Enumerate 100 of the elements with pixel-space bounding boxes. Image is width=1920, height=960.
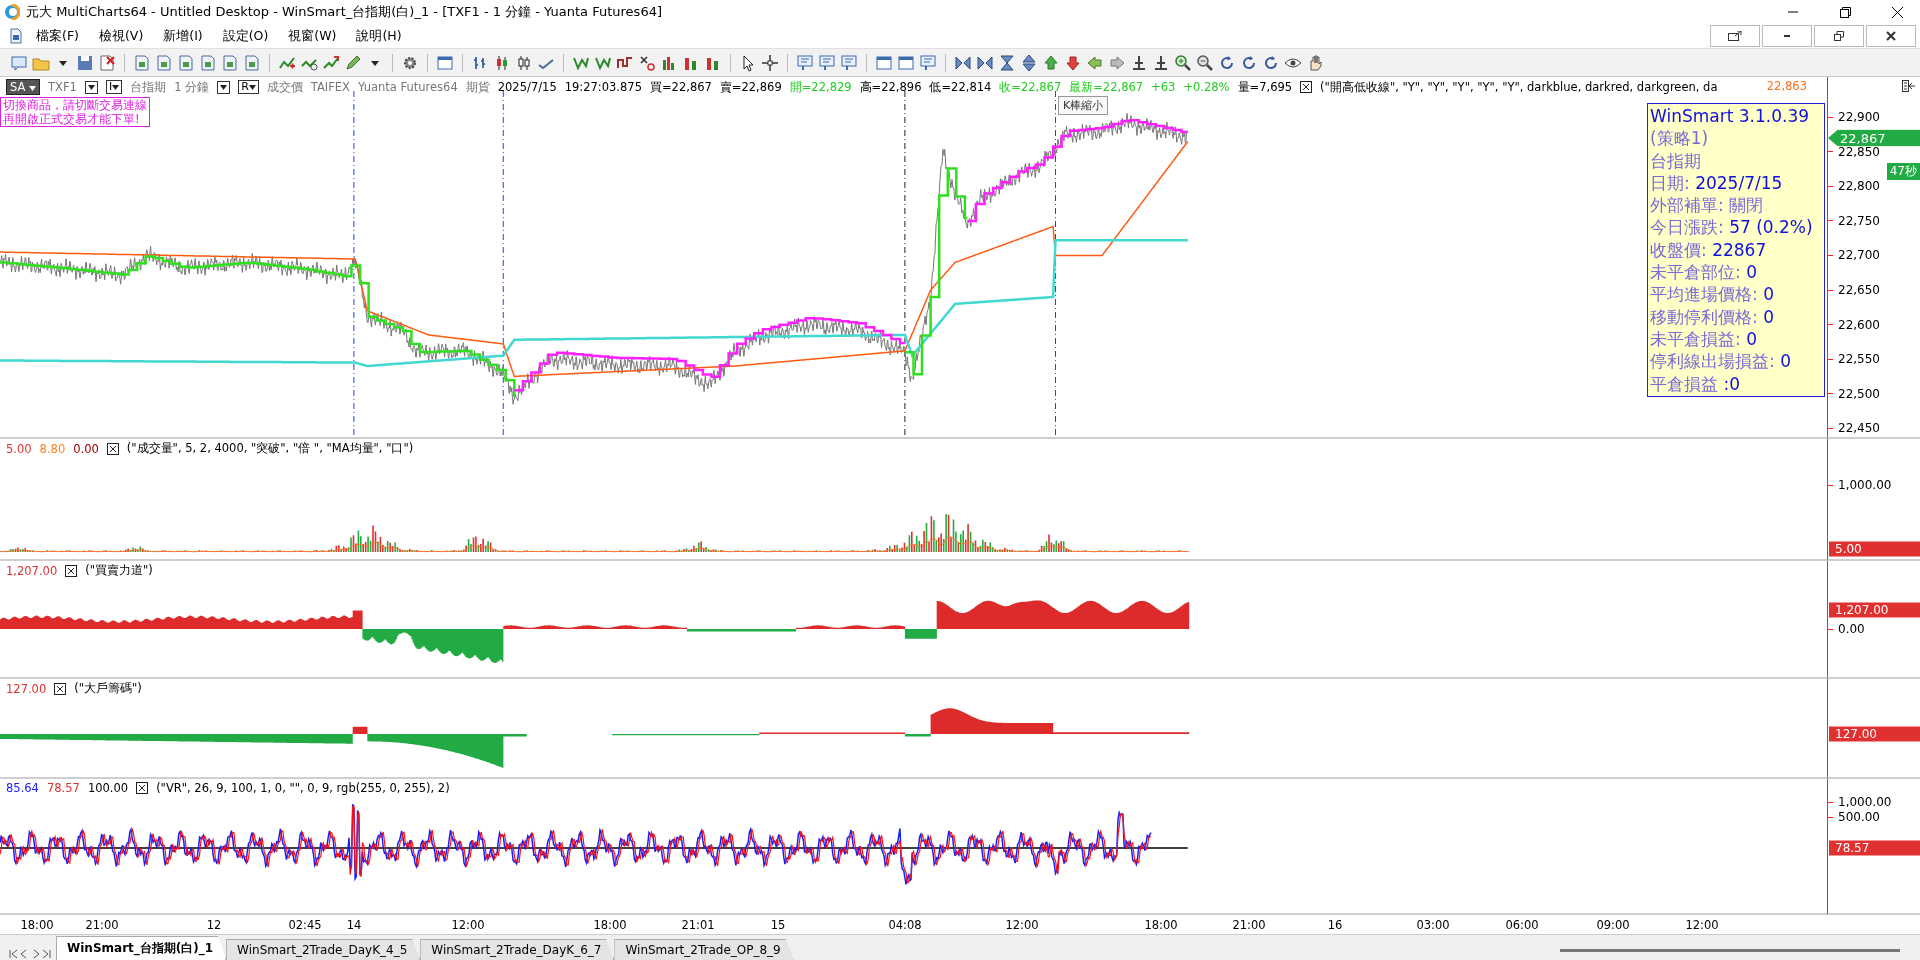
anchor-icon[interactable] xyxy=(1130,53,1148,72)
axis-label: 1,000.00 xyxy=(1828,795,1892,809)
cross-circle-icon[interactable] xyxy=(638,53,656,72)
rotate-icon[interactable] xyxy=(1218,53,1236,72)
indicator-value: 100.00 xyxy=(87,781,129,795)
window-icon[interactable] xyxy=(875,53,893,72)
document-icon[interactable] xyxy=(199,53,217,72)
hourglass-icon[interactable] xyxy=(998,53,1016,72)
close-box-icon[interactable] xyxy=(1300,81,1313,93)
caret-icon xyxy=(112,85,120,90)
crosshair-icon[interactable] xyxy=(761,53,779,72)
price-axis-label: 22,750 xyxy=(1828,213,1880,228)
quote-value: 開=22,829 xyxy=(789,79,852,95)
price-axis-label: 22,800 xyxy=(1828,179,1880,194)
dropdown-button[interactable] xyxy=(217,80,231,94)
sheet-tab[interactable]: WinSmart_台指期(白)_1 xyxy=(56,936,227,960)
axis-label: 0.00 xyxy=(1828,622,1865,636)
menu-item[interactable]: 檔案(F) xyxy=(28,25,87,47)
sheet-tab[interactable]: WinSmart_2Trade_OP_8_9 xyxy=(614,939,794,960)
list-arrow-icon[interactable] xyxy=(1902,80,1916,92)
anchor-icon[interactable] xyxy=(1152,53,1170,72)
symbol-info-text: Yuanta Futures64 xyxy=(357,80,458,94)
indicator-params: ("VR", 26, 9, 100, 1, 0, "", 0, 9, rgb(255, 0, 255), 2) xyxy=(156,781,450,795)
scrollbar-thumb[interactable] xyxy=(1560,949,1900,952)
menu-item[interactable]: 新增(I) xyxy=(155,25,211,47)
close-box-icon[interactable] xyxy=(106,442,119,455)
window-icon[interactable] xyxy=(897,53,915,72)
close-box-icon[interactable] xyxy=(65,564,78,577)
restore-button[interactable] xyxy=(1814,25,1864,47)
document-icon[interactable] xyxy=(8,28,24,44)
document-icon[interactable] xyxy=(177,53,195,72)
value-tag: 78.57 xyxy=(1829,840,1920,856)
indicator-value: 0.00 xyxy=(73,441,99,456)
symbol-option-button[interactable]: I xyxy=(105,80,123,94)
sheet-tab[interactable]: WinSmart_2Trade_DayK_4_5 xyxy=(226,939,421,960)
info-line: 平倉損益 :0 xyxy=(1650,372,1741,395)
menu-item[interactable]: 檢視(V) xyxy=(90,25,152,47)
window-icon[interactable] xyxy=(436,53,454,72)
price-axis-label: 22,500 xyxy=(1828,386,1880,401)
price-axis-label: 22,900 xyxy=(1828,110,1880,124)
menu-item[interactable]: 設定(O) xyxy=(214,25,277,47)
save-icon[interactable] xyxy=(76,53,94,72)
value-tag: 5.00 xyxy=(1829,541,1920,557)
time-axis-label: 12 xyxy=(206,918,222,932)
quote-value: +63 xyxy=(1151,80,1176,94)
info-line: 外部補單: 關閉 xyxy=(1650,194,1765,217)
diamond-icon[interactable] xyxy=(1020,53,1038,72)
down-arrow-icon[interactable] xyxy=(1064,53,1082,72)
detach-button[interactable] xyxy=(1710,25,1760,47)
close-box-icon[interactable] xyxy=(54,682,67,695)
quote-value: 高=22,896 xyxy=(859,79,922,95)
rotate-icon[interactable] xyxy=(1262,53,1280,72)
time-axis-label: 12:00 xyxy=(451,918,485,932)
document-icon[interactable] xyxy=(133,53,151,72)
info-line: (策略1) xyxy=(1650,127,1710,150)
time-axis-label: 18:00 xyxy=(1144,918,1178,932)
info-line: 移動停利價格: 0 xyxy=(1650,305,1775,328)
time-axis-label: 18:00 xyxy=(593,918,627,932)
detach-icon xyxy=(1728,31,1742,41)
price-axis-label: 22,650 xyxy=(1828,283,1880,297)
price-axis-label: 22,700 xyxy=(1828,248,1880,263)
close-icon[interactable] xyxy=(1891,6,1903,18)
pencil-icon[interactable] xyxy=(344,53,362,72)
comment-icon[interactable] xyxy=(919,53,937,72)
dropdown-button[interactable] xyxy=(84,80,98,94)
indicator-value: 78.57 xyxy=(46,781,80,795)
comment-icon[interactable] xyxy=(796,53,814,72)
sheet-tab[interactable]: WinSmart_2Trade_DayK_6_7 xyxy=(420,939,615,960)
symbol-option-button[interactable]: R xyxy=(238,80,259,94)
comment-icon[interactable] xyxy=(840,53,858,72)
quote-value: 19:27:03.875 xyxy=(564,80,642,94)
restore-icon[interactable] xyxy=(1839,6,1851,18)
zoom-in-icon[interactable] xyxy=(1174,53,1192,72)
document-icon[interactable] xyxy=(221,53,239,72)
time-axis-label: 03:00 xyxy=(1416,918,1450,932)
document-icon[interactable] xyxy=(155,53,173,72)
caret-icon xyxy=(87,84,95,90)
document-icon[interactable] xyxy=(243,53,261,72)
left-arrow-icon[interactable] xyxy=(1086,53,1104,72)
menu-item[interactable]: 說明(H) xyxy=(348,25,410,47)
menu-item[interactable]: 視窗(W) xyxy=(280,25,345,47)
document-delete-icon[interactable] xyxy=(98,53,116,72)
up-arrow-icon[interactable] xyxy=(1042,53,1060,72)
speech-bubble-icon[interactable] xyxy=(10,53,28,72)
mode-dropdown[interactable]: SA xyxy=(6,79,41,95)
symbol-info-text: 期貨 xyxy=(465,79,490,95)
comment-icon[interactable] xyxy=(818,53,836,72)
hollow-candle-icon[interactable] xyxy=(515,53,533,72)
close-box-icon[interactable] xyxy=(136,782,149,794)
close-button[interactable] xyxy=(1866,25,1916,47)
time-axis-label: 18:00 xyxy=(20,918,54,932)
info-line: 未平倉部位: 0 xyxy=(1650,261,1758,284)
indicator-value: 5.00 xyxy=(6,441,32,456)
warning-message: 切換商品，請切斷交易連線 再開啟正式交易才能下單! xyxy=(0,97,150,127)
app-logo-icon xyxy=(4,4,20,20)
axis-label: 1,000.00 xyxy=(1828,478,1892,492)
tab-navigation-icon[interactable] xyxy=(8,948,52,960)
rotate-icon[interactable] xyxy=(1240,53,1258,72)
zoom-out-icon[interactable] xyxy=(1196,53,1214,72)
symbol-info-text: TXF1 xyxy=(48,80,77,94)
